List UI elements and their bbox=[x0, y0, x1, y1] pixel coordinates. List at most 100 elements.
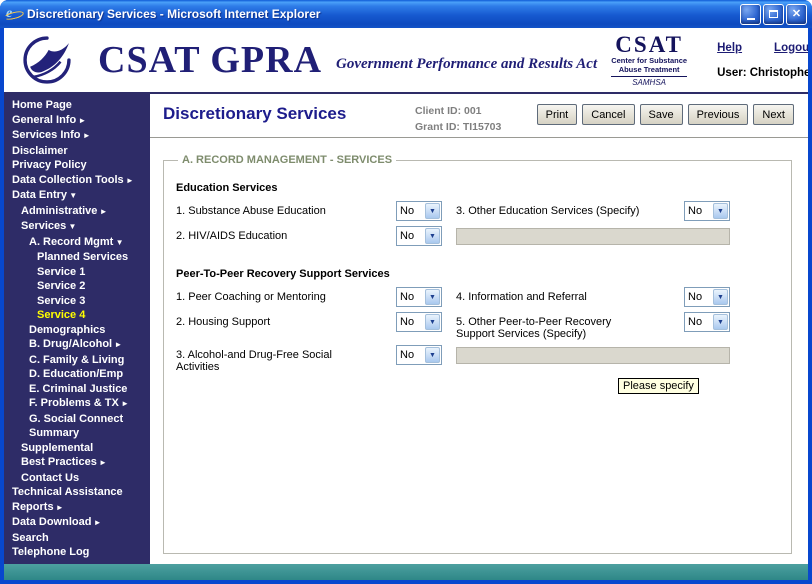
next-button[interactable]: Next bbox=[753, 104, 794, 125]
sidebar-item-search[interactable]: Search bbox=[4, 531, 150, 546]
sidebar-item-label: Demographics bbox=[29, 324, 105, 336]
sidebar-item-e-criminal-justice[interactable]: E. Criminal Justice bbox=[4, 382, 150, 397]
sidebar-item-administrative[interactable]: Administrative ► bbox=[4, 204, 150, 220]
select-value: No bbox=[397, 313, 424, 331]
please-specify-tooltip: Please specify bbox=[618, 378, 699, 394]
other-education-services-select[interactable]: No ▼ bbox=[684, 201, 730, 221]
window-title: Discretionary Services - Microsoft Inter… bbox=[27, 7, 320, 21]
peer-coaching-select[interactable]: No ▼ bbox=[396, 287, 442, 307]
user-label: User: Christopher Shumway bbox=[717, 67, 808, 79]
chevron-down-icon: ▼ bbox=[425, 314, 440, 330]
close-button[interactable]: ✕ bbox=[786, 4, 807, 25]
education-services-heading: Education Services bbox=[176, 182, 730, 194]
sidebar-item-home-page[interactable]: Home Page bbox=[4, 98, 150, 113]
titlebar[interactable]: e Discretionary Services - Microsoft Int… bbox=[0, 0, 812, 28]
csat-seal-subtitle-line2: Abuse Treatment bbox=[597, 65, 701, 74]
sidebar-item-data-download[interactable]: Data Download ► bbox=[4, 515, 150, 531]
close-icon: ✕ bbox=[792, 9, 801, 20]
sidebar-item-label: A. Record Mgmt bbox=[29, 236, 113, 248]
sidebar-item-summary[interactable]: Summary bbox=[4, 426, 150, 441]
sidebar-item-general-info[interactable]: General Info ► bbox=[4, 113, 150, 129]
sidebar-item-c-family-living[interactable]: C. Family & Living bbox=[4, 353, 150, 368]
sidebar-item-service-2[interactable]: Service 2 bbox=[4, 279, 150, 294]
sidebar-item-a-record-mgmt[interactable]: A. Record Mgmt ▼ bbox=[4, 235, 150, 251]
substance-abuse-education-label: 1. Substance Abuse Education bbox=[176, 201, 396, 217]
alcohol-drug-free-social-select[interactable]: No ▼ bbox=[396, 345, 442, 365]
sidebar-item-label: General Info bbox=[12, 114, 76, 126]
tooltip-row: Please specify bbox=[456, 378, 730, 394]
sidebar-item-data-entry[interactable]: Data Entry ▼ bbox=[4, 188, 150, 204]
chevron-down-icon: ▼ bbox=[425, 228, 440, 244]
select-value: No bbox=[397, 288, 424, 306]
housing-support-select[interactable]: No ▼ bbox=[396, 312, 442, 332]
sidebar-item-services[interactable]: Services ▼ bbox=[4, 219, 150, 235]
select-value: No bbox=[397, 227, 424, 245]
csat-seal-subtitle-line1: Center for Substance bbox=[597, 56, 701, 65]
csat-seal: CSAT Center for Substance Abuse Treatmen… bbox=[597, 33, 701, 87]
hhs-logo-icon bbox=[20, 33, 74, 87]
sidebar-item-label: Privacy Policy bbox=[12, 159, 87, 171]
select-value: No bbox=[685, 202, 712, 220]
help-link[interactable]: Help bbox=[717, 42, 742, 54]
previous-button[interactable]: Previous bbox=[688, 104, 749, 125]
sidebar-item-label: D. Education/Emp bbox=[29, 368, 123, 380]
status-bar bbox=[4, 564, 808, 580]
sidebar-item-label: Telephone Log bbox=[12, 546, 89, 558]
hiv-aids-education-label: 2. HIV/AIDS Education bbox=[176, 226, 396, 242]
sidebar-item-label: Data Download bbox=[12, 516, 91, 528]
triangle-down-icon: ▼ bbox=[113, 238, 123, 247]
sidebar-item-service-1[interactable]: Service 1 bbox=[4, 265, 150, 280]
sidebar-item-label: Services bbox=[21, 220, 66, 232]
window-controls: ✕ bbox=[738, 4, 807, 25]
internet-explorer-icon[interactable]: e bbox=[6, 6, 22, 22]
information-referral-select[interactable]: No ▼ bbox=[684, 287, 730, 307]
maximize-icon bbox=[769, 10, 778, 18]
sidebar-item-contact-us[interactable]: Contact Us bbox=[4, 471, 150, 486]
sidebar-item-privacy-policy[interactable]: Privacy Policy bbox=[4, 158, 150, 173]
chevron-down-icon: ▼ bbox=[425, 203, 440, 219]
information-referral-label: 4. Information and Referral bbox=[456, 287, 684, 303]
sidebar-item-service-3[interactable]: Service 3 bbox=[4, 294, 150, 309]
sidebar-item-label: Search bbox=[12, 532, 49, 544]
hiv-aids-education-select[interactable]: No ▼ bbox=[396, 226, 442, 246]
sidebar-item-supplemental[interactable]: Supplemental bbox=[4, 441, 150, 456]
toolbar: PrintCancel SavePreviousNext bbox=[537, 104, 794, 125]
client-id-label: Client ID: 001 bbox=[415, 104, 501, 120]
sidebar-item-label: B. Drug/Alcohol bbox=[29, 338, 112, 350]
sidebar-item-disclaimer[interactable]: Disclaimer bbox=[4, 144, 150, 159]
sidebar-item-label: Contact Us bbox=[21, 472, 79, 484]
substance-abuse-education-select[interactable]: No ▼ bbox=[396, 201, 442, 221]
sidebar-item-label: Reports bbox=[12, 501, 54, 513]
triangle-right-icon: ► bbox=[91, 518, 101, 527]
logout-link[interactable]: Logout bbox=[774, 42, 808, 54]
sidebar-item-planned-services[interactable]: Planned Services bbox=[4, 250, 150, 265]
sidebar-item-telephone-log[interactable]: Telephone Log bbox=[4, 545, 150, 560]
select-value: No bbox=[397, 346, 424, 364]
sidebar-item-label: F. Problems & TX bbox=[29, 397, 119, 409]
other-peer-recovery-select[interactable]: No ▼ bbox=[684, 312, 730, 332]
print-button[interactable]: Print bbox=[537, 104, 578, 125]
sidebar-item-label: Technical Assistance bbox=[12, 486, 123, 498]
sidebar-item-data-collection-tools[interactable]: Data Collection Tools ► bbox=[4, 173, 150, 189]
minimize-button[interactable] bbox=[740, 4, 761, 25]
triangle-right-icon: ► bbox=[97, 207, 107, 216]
maximize-button[interactable] bbox=[763, 4, 784, 25]
sidebar-item-d-education-emp[interactable]: D. Education/Emp bbox=[4, 367, 150, 382]
sidebar-item-label: Best Practices bbox=[21, 456, 97, 468]
sidebar-item-best-practices[interactable]: Best Practices ► bbox=[4, 455, 150, 471]
sidebar-item-label: Planned Services bbox=[37, 251, 128, 263]
triangle-right-icon: ► bbox=[112, 340, 122, 349]
select-value: No bbox=[685, 313, 712, 331]
sidebar-item-services-info[interactable]: Services Info ► bbox=[4, 128, 150, 144]
sidebar-item-technical-assistance[interactable]: Technical Assistance bbox=[4, 485, 150, 500]
sidebar-item-demographics[interactable]: Demographics bbox=[4, 323, 150, 338]
save-button[interactable]: Save bbox=[640, 104, 683, 125]
sidebar-item-b-drug-alcohol[interactable]: B. Drug/Alcohol ► bbox=[4, 337, 150, 353]
sidebar-item-service-4[interactable]: Service 4 bbox=[4, 308, 150, 323]
content-area: Home PageGeneral Info ►Services Info ►Di… bbox=[4, 94, 808, 564]
sidebar-item-g-social-connect[interactable]: G. Social Connect bbox=[4, 412, 150, 427]
sidebar-item-reports[interactable]: Reports ► bbox=[4, 500, 150, 516]
sidebar-item-f-problems-tx[interactable]: F. Problems & TX ► bbox=[4, 396, 150, 412]
cancel-button[interactable]: Cancel bbox=[582, 104, 634, 125]
sidebar-nav: Home PageGeneral Info ►Services Info ►Di… bbox=[4, 94, 150, 564]
